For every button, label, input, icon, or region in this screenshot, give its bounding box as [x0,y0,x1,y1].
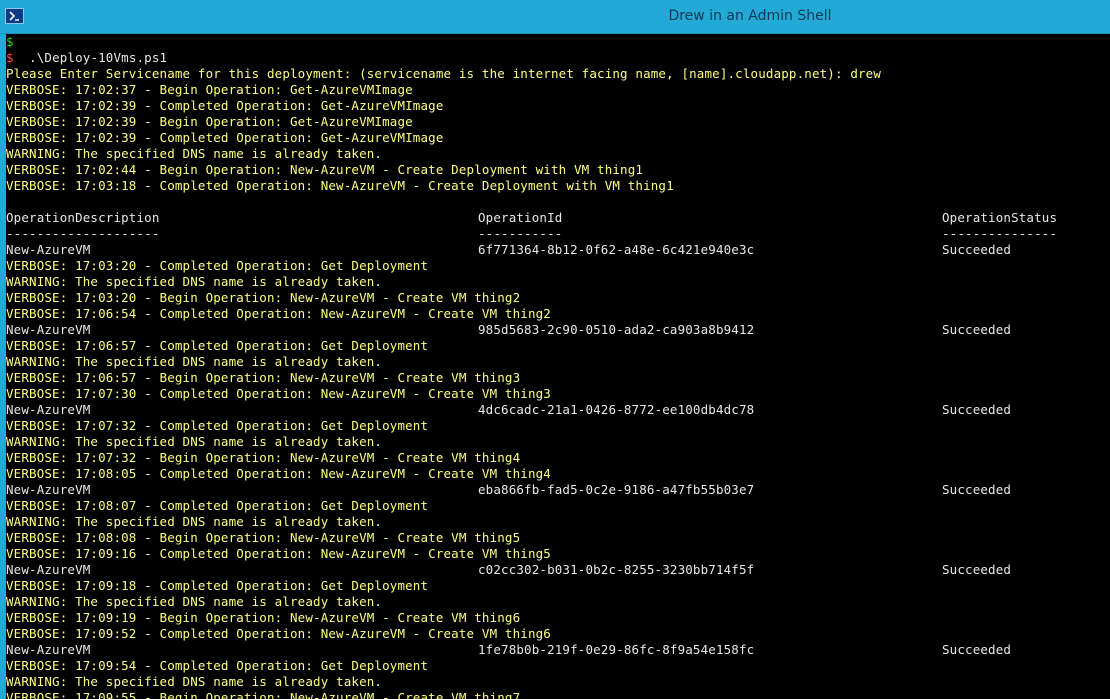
warning-line: WARNING: The specified DNS name is alrea… [6,274,383,289]
prompt-line: $ .\Deploy-10Vms.ps1 [6,50,167,66]
table-separator: -------------------- ----------- ---------… [6,226,1110,242]
column-separator: --------------- [942,226,1058,241]
verbose-line: VERBOSE: 17:08:05 - Completed Operation:… [6,466,551,481]
table-row: New-AzureVM 4dc6cadc-21a1-0426-8772-ee100… [6,402,1110,418]
prompt-symbol: $ [6,50,14,65]
table-row: New-AzureVM 985d5683-2c90-0510-ada2-ca903… [6,322,1110,338]
verbose-line: VERBOSE: 17:09:55 - Begin Operation: New… [6,690,521,699]
column-separator: -------------------- [6,226,160,241]
table-row: New-AzureVM 6f771364-8b12-0f62-a48e-6c421… [6,242,1110,258]
verbose-line: VERBOSE: 17:03:20 - Begin Operation: New… [6,290,521,305]
warning-line: WARNING: The specified DNS name is alrea… [6,674,383,689]
operation-description: New-AzureVM [6,322,91,337]
warning-line: WARNING: The specified DNS name is alrea… [6,434,383,449]
verbose-line: VERBOSE: 17:08:07 - Completed Operation:… [6,498,429,513]
verbose-line: VERBOSE: 17:06:54 - Completed Operation:… [6,306,551,321]
operation-id: eba866fb-fad5-0c2e-9186-a47fb55b03e7 [478,482,755,497]
verbose-line: VERBOSE: 17:09:54 - Completed Operation:… [6,658,429,673]
warning-line: WARNING: The specified DNS name is alrea… [6,514,383,529]
operation-status: Succeeded [942,642,1012,657]
operation-status: Succeeded [942,562,1012,577]
verbose-line: VERBOSE: 17:02:39 - Completed Operation:… [6,130,444,145]
verbose-line: VERBOSE: 17:06:57 - Begin Operation: New… [6,370,521,385]
console-output[interactable]: $ $ .\Deploy-10Vms.ps1 Please Enter Servic… [6,34,1110,699]
operation-status: Succeeded [942,242,1012,257]
verbose-line: VERBOSE: 17:02:37 - Begin Operation: Get… [6,82,413,97]
verbose-line: VERBOSE: 17:09:52 - Completed Operation:… [6,626,551,641]
operation-status: Succeeded [942,402,1012,417]
verbose-line: VERBOSE: 17:07:32 - Completed Operation:… [6,418,429,433]
operation-description: New-AzureVM [6,642,91,657]
command-text: .\Deploy-10Vms.ps1 [13,50,168,65]
warning-line: WARNING: The specified DNS name is alrea… [6,146,383,161]
column-header: OperationStatus [942,210,1058,225]
table-row: New-AzureVM c02cc302-b031-0b2c-8255-3230b… [6,562,1110,578]
verbose-line: VERBOSE: 17:08:08 - Begin Operation: New… [6,530,521,545]
operation-id: c02cc302-b031-0b2c-8255-3230bb714f5f [478,562,755,577]
verbose-line: VERBOSE: 17:02:39 - Completed Operation:… [6,98,444,113]
verbose-line: VERBOSE: 17:09:19 - Begin Operation: New… [6,610,521,625]
operation-status: Succeeded [942,482,1012,497]
verbose-line: VERBOSE: 17:07:30 - Completed Operation:… [6,386,551,401]
verbose-line: VERBOSE: 17:09:16 - Completed Operation:… [6,546,551,561]
verbose-line: VERBOSE: 17:02:44 - Begin Operation: New… [6,162,644,177]
operation-id: 4dc6cadc-21a1-0426-8772-ee100db4dc78 [478,402,755,417]
operation-description: New-AzureVM [6,402,91,417]
operation-id: 985d5683-2c90-0510-ada2-ca903a8b9412 [478,322,755,337]
prompt-symbol: $ [6,34,14,49]
warning-line: WARNING: The specified DNS name is alrea… [6,354,383,369]
window-title: Drew in an Admin Shell [668,8,832,24]
table-header: OperationDescription OperationId Operation… [6,210,1110,226]
verbose-line: VERBOSE: 17:03:20 - Completed Operation:… [6,258,429,273]
table-row: New-AzureVM 1fe78b0b-219f-0e29-86fc-8f9a5… [6,642,1110,658]
column-header: OperationDescription [6,210,160,225]
column-header: OperationId [478,210,563,225]
operation-description: New-AzureVM [6,482,91,497]
table-row: New-AzureVM eba866fb-fad5-0c2e-9186-a47fb… [6,482,1110,498]
verbose-line: VERBOSE: 17:02:39 - Begin Operation: Get… [6,114,413,129]
column-separator: ----------- [478,226,563,241]
verbose-line: VERBOSE: 17:03:18 - Completed Operation:… [6,178,674,193]
operation-description: New-AzureVM [6,562,91,577]
verbose-line: VERBOSE: 17:06:57 - Completed Operation:… [6,338,429,353]
operation-description: New-AzureVM [6,242,91,257]
title-bar[interactable]: Drew in an Admin Shell [0,0,1110,34]
verbose-line: VERBOSE: 17:09:18 - Completed Operation:… [6,578,429,593]
prompt-line: $ [6,34,14,50]
operation-id: 6f771364-8b12-0f62-a48e-6c421e940e3c [478,242,755,257]
verbose-line: VERBOSE: 17:07:32 - Begin Operation: New… [6,450,521,465]
operation-id: 1fe78b0b-219f-0e29-86fc-8f9a54e158fc [478,642,755,657]
input-prompt-line: Please Enter Servicename for this deploy… [6,66,882,81]
warning-line: WARNING: The specified DNS name is alrea… [6,594,383,609]
operation-status: Succeeded [942,322,1012,337]
